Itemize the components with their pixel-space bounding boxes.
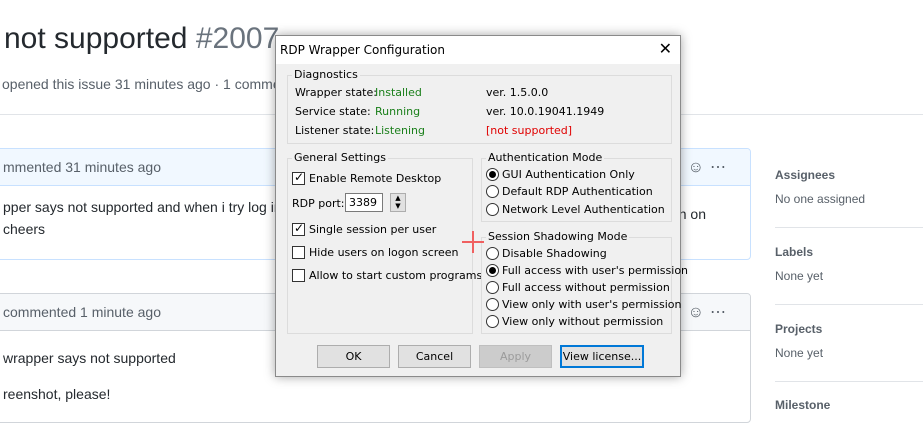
labels-title: Labels	[775, 245, 814, 259]
checkbox-checked-icon[interactable]	[292, 170, 305, 185]
service-state-value: Running	[375, 105, 421, 118]
comment-1-tail: n on	[678, 206, 706, 222]
assignees-value: No one assigned	[775, 192, 866, 206]
sidebar-divider	[775, 227, 923, 228]
dialog-title: RDP Wrapper Configuration	[280, 43, 445, 57]
issue-title-text: not supported	[4, 22, 188, 55]
custom-programs-label: Allow to start custom programs	[309, 269, 483, 282]
dialog-titlebar[interactable]: RDP Wrapper Configuration ✕	[276, 36, 680, 64]
view-license-button[interactable]: View license...	[560, 345, 644, 368]
radio-selected-icon[interactable]	[486, 168, 499, 181]
apply-button[interactable]: Apply	[479, 345, 552, 368]
issue-title: not supported #2007	[4, 22, 279, 56]
checkbox-unchecked-icon[interactable]	[292, 269, 305, 282]
listener-state-value: Listening	[375, 124, 425, 137]
issue-meta: opened this issue 31 minutes ago · 1 com…	[2, 76, 293, 92]
more-options-icon[interactable]: ⋯	[710, 304, 732, 321]
rdp-wrapper-dialog: RDP Wrapper Configuration ✕ Diagnostics …	[275, 35, 688, 377]
comment-1-timestamp: mmented 31 minutes ago	[3, 159, 161, 175]
wrapper-state-label: Wrapper state:	[295, 86, 377, 99]
shadow-view-without-permission-radio[interactable]: View only without permission	[486, 315, 663, 328]
labels-value: None yet	[775, 269, 824, 283]
shadow-full-without-permission-radio[interactable]: Full access without permission	[486, 281, 670, 294]
sidebar-projects[interactable]: Projects None yet	[775, 322, 923, 360]
hide-users-checkbox[interactable]: Hide users on logon screen	[292, 246, 459, 259]
ok-button[interactable]: OK	[317, 345, 390, 368]
auth-gui-only-label: GUI Authentication Only	[502, 168, 635, 181]
wrapper-version: ver. 1.5.0.0	[486, 86, 549, 99]
sidebar-milestone[interactable]: Milestone	[775, 398, 923, 412]
checkbox-checked-icon[interactable]	[292, 221, 305, 236]
radio-unselected-icon[interactable]	[486, 281, 499, 294]
shadow-disable-label: Disable Shadowing	[502, 247, 607, 260]
projects-title: Projects	[775, 322, 823, 336]
shadow-disable-radio[interactable]: Disable Shadowing	[486, 247, 607, 260]
issue-number: #2007	[195, 22, 280, 55]
sidebar-divider	[775, 304, 923, 305]
milestone-title: Milestone	[775, 398, 831, 412]
auth-nla-label: Network Level Authentication	[502, 203, 665, 216]
crosshair-cursor-icon	[462, 231, 484, 253]
enable-remote-desktop-checkbox[interactable]: Enable Remote Desktop	[292, 170, 442, 185]
shadow-full-without-permission-label: Full access without permission	[502, 281, 670, 294]
emoji-reaction-icon[interactable]: ☺	[688, 159, 710, 176]
radio-unselected-icon[interactable]	[486, 247, 499, 260]
close-icon[interactable]: ✕	[659, 39, 672, 59]
auth-gui-only-radio[interactable]: GUI Authentication Only	[486, 168, 635, 181]
radio-selected-icon[interactable]	[486, 264, 499, 277]
spin-down-icon[interactable]: ▼	[391, 202, 405, 210]
radio-unselected-icon[interactable]	[486, 185, 499, 198]
general-settings-label: General Settings	[292, 151, 388, 164]
radio-unselected-icon[interactable]	[486, 315, 499, 328]
emoji-reaction-icon[interactable]: ☺	[688, 304, 710, 321]
more-options-icon[interactable]: ⋯	[710, 159, 732, 176]
rdp-port-label: RDP port:	[292, 197, 345, 210]
single-session-checkbox[interactable]: Single session per user	[292, 221, 437, 236]
sidebar-labels[interactable]: Labels None yet	[775, 245, 923, 283]
comment-2-timestamp: commented 1 minute ago	[3, 304, 161, 320]
comment-2-line-2: reenshot, please!	[3, 386, 111, 402]
wrapper-state-value: Installed	[375, 86, 422, 99]
single-session-label: Single session per user	[309, 223, 437, 236]
spin-up-icon[interactable]: ▲	[391, 194, 405, 202]
cancel-button[interactable]: Cancel	[398, 345, 471, 368]
service-state-label: Service state:	[295, 105, 371, 118]
radio-unselected-icon[interactable]	[486, 203, 499, 216]
hide-users-label: Hide users on logon screen	[309, 246, 459, 259]
shadow-view-with-permission-radio[interactable]: View only with user's permission	[486, 298, 682, 311]
shadow-view-without-permission-label: View only without permission	[502, 315, 664, 328]
radio-unselected-icon[interactable]	[486, 298, 499, 311]
enable-remote-desktop-label: Enable Remote Desktop	[309, 172, 442, 185]
shadowing-mode-label: Session Shadowing Mode	[486, 230, 630, 243]
custom-programs-checkbox[interactable]: Allow to start custom programs	[292, 269, 482, 282]
auth-default-rdp-radio[interactable]: Default RDP Authentication	[486, 185, 653, 198]
service-version: ver. 10.0.19041.1949	[486, 105, 605, 118]
shadow-full-with-permission-label: Full access with user's permission	[502, 264, 689, 277]
listener-version-status: [not supported]	[486, 124, 573, 137]
diagnostics-label: Diagnostics	[292, 68, 360, 81]
projects-value: None yet	[775, 346, 824, 360]
checkbox-unchecked-icon[interactable]	[292, 246, 305, 259]
shadow-full-with-permission-radio[interactable]: Full access with user's permission	[486, 264, 688, 277]
sidebar-divider	[775, 381, 923, 382]
listener-state-label: Listener state:	[295, 124, 375, 137]
rdp-port-spinner[interactable]: ▲ ▼	[390, 193, 406, 212]
sidebar-assignees[interactable]: Assignees No one assigned	[775, 168, 923, 206]
rdp-port-input[interactable]: 3389	[345, 193, 383, 212]
assignees-title: Assignees	[775, 168, 836, 182]
authentication-mode-label: Authentication Mode	[486, 151, 605, 164]
auth-nla-radio[interactable]: Network Level Authentication	[486, 203, 665, 216]
auth-default-rdp-label: Default RDP Authentication	[502, 185, 653, 198]
shadow-view-with-permission-label: View only with user's permission	[502, 298, 682, 311]
